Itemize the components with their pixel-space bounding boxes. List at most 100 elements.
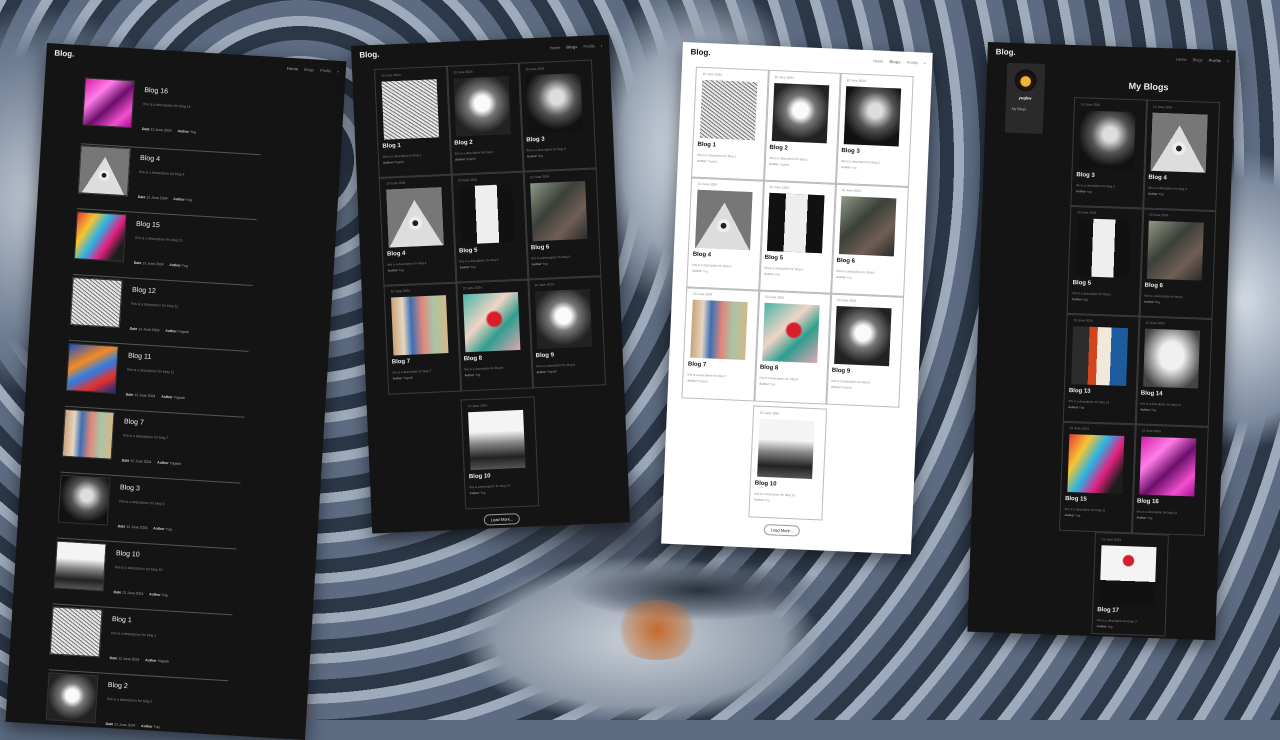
blog-card[interactable]: 10 June 2024 Blog 8 this is a descriptio… [753,289,833,405]
blog-title[interactable]: Blog 5 [459,248,478,255]
blog-title[interactable]: Blog 4 [693,252,712,259]
blog-image[interactable] [1078,110,1136,171]
blog-title[interactable]: Blog 8 [464,356,483,363]
nav-profile[interactable]: Profile [1209,58,1222,63]
blog-card[interactable]: 10 June 2024 Blog 5 this is a descriptio… [1066,204,1145,318]
blog-image[interactable] [699,79,758,141]
list-item[interactable]: Blog 2 this is a description for blog 2 … [45,672,160,729]
blog-image[interactable] [453,76,511,137]
blog-title[interactable]: Blog 15 [136,221,184,231]
list-item[interactable]: Blog 3 this is a description for blog 3 … [57,474,172,532]
blog-image[interactable] [1071,326,1129,387]
blog-thumbnail[interactable] [49,606,103,658]
blog-thumbnail[interactable] [77,145,131,197]
blog-card[interactable]: 10 June 2024 Blog 8 this is a descriptio… [455,278,535,392]
blog-card[interactable]: 10 June 2024 Blog 6 this is a descriptio… [522,167,602,281]
blog-thumbnail[interactable] [45,672,99,724]
blog-title[interactable]: Blog 10 [469,473,491,480]
avatar[interactable] [1014,68,1038,92]
blog-thumbnail[interactable] [73,211,127,263]
sidebar-item-my-blogs[interactable]: My Blogs [1012,107,1027,112]
nav-profile[interactable]: Profile [320,68,332,74]
blog-title[interactable]: Blog 3 [1076,172,1095,179]
blog-title[interactable]: Blog 16 [144,87,192,97]
list-item[interactable]: Blog 16 this is a description for blog 1… [82,77,196,134]
blog-title[interactable]: Blog 4 [1148,175,1167,182]
nav-home[interactable]: Home [550,45,561,50]
blog-card[interactable]: 10 June 2024 Blog 10 this is a descripti… [460,396,540,510]
nav-profile[interactable]: Profile [906,60,918,65]
blog-card[interactable]: 10 June 2024 Blog 3 this is a descriptio… [1070,97,1149,210]
nav-home[interactable]: Home [873,58,884,63]
list-item[interactable]: Blog 12 this is a description for blog 1… [69,277,189,334]
blog-image[interactable] [1150,112,1208,173]
brand-logo[interactable]: Blog. [359,50,379,60]
blog-title[interactable]: Blog 2 [769,145,788,152]
blog-card[interactable]: 10 June 2024 Blog 1 this is a descriptio… [691,66,770,182]
blog-title[interactable]: Blog 1 [697,142,716,149]
blog-card[interactable]: 10 June 2024 Blog 6 this is a descriptio… [830,182,909,298]
blog-thumbnail[interactable] [69,277,123,328]
blog-image[interactable] [1067,434,1125,494]
blog-card[interactable]: 10 June 2024 Blog 10 this is a descripti… [748,405,828,521]
blog-title[interactable]: Blog 2 [454,140,473,147]
blog-card[interactable]: 10 June 2024 Blog 9 this is a descriptio… [527,275,607,389]
blog-title[interactable]: Blog 3 [120,484,166,494]
blog-title[interactable]: Blog 9 [832,368,851,375]
blog-card[interactable]: 10 June 2024 Blog 9 this is a descriptio… [825,292,905,408]
blog-image[interactable] [1074,218,1132,279]
blog-title[interactable]: Blog 3 [526,137,545,144]
blog-title[interactable]: Blog 5 [1073,280,1092,287]
blog-image[interactable] [695,189,753,251]
blog-title[interactable]: Blog 17 [1097,607,1119,614]
blog-title[interactable]: Blog 10 [755,481,777,488]
blog-title[interactable]: Blog 1 [112,616,158,626]
blog-card[interactable]: 10 June 2024 Blog 2 this is a descriptio… [762,69,842,185]
blog-thumbnail[interactable] [57,474,111,526]
theme-toggle-icon[interactable]: ◐ [337,69,340,74]
blog-image[interactable] [834,305,892,367]
list-item[interactable]: Blog 7 this is a description for blog 7 … [61,408,181,466]
blog-title[interactable]: Blog 3 [841,148,860,155]
blog-image[interactable] [1146,220,1204,281]
blog-thumbnail[interactable] [61,408,115,460]
blog-card[interactable]: 10 June 2024 Blog 4 this is a descriptio… [1142,99,1221,213]
blog-card[interactable]: 10 June 2024 Blog 7 this is a descriptio… [681,286,761,402]
blog-image[interactable] [534,288,593,350]
theme-toggle-icon[interactable]: ◐ [1227,58,1230,63]
blog-image[interactable] [762,302,820,364]
blog-image[interactable] [771,83,830,144]
blog-image[interactable] [462,291,521,353]
blog-card[interactable]: 10 June 2024 Blog 6 this is a descriptio… [1138,207,1217,321]
blog-image[interactable] [468,409,526,471]
blog-title[interactable]: Blog 16 [1137,498,1159,505]
blog-title[interactable]: Blog 10 [116,550,164,560]
blog-image[interactable] [530,180,588,242]
blog-card[interactable]: 10 June 2024 Blog 4 this is a descriptio… [378,173,458,287]
blog-card[interactable]: 10 June 2024 Blog 7 this is a descriptio… [383,281,463,395]
list-item[interactable]: Blog 1 this is a description for blog 1 … [49,606,169,664]
blog-image[interactable] [766,192,825,254]
blog-title[interactable]: Blog 9 [536,352,555,359]
blog-card[interactable]: 10 June 2024 Blog 5 this is a descriptio… [450,170,530,284]
blog-image[interactable] [1099,545,1157,606]
blog-title[interactable]: Blog 7 [392,359,411,366]
blog-card[interactable]: 10 June 2024 Blog 1 this is a descriptio… [374,65,453,179]
blog-image[interactable] [757,418,815,480]
blog-title[interactable]: Blog 7 [688,362,707,369]
blog-title[interactable]: Blog 4 [387,251,406,258]
nav-blogs[interactable]: Blogs [566,44,577,49]
load-more-button[interactable]: Load More... [763,523,801,537]
list-item[interactable]: Blog 10 this is a description for blog 1… [53,540,168,597]
blog-title[interactable]: Blog 6 [1144,283,1163,290]
blog-thumbnail[interactable] [53,540,107,592]
blog-thumbnail[interactable] [65,342,119,394]
blog-title[interactable]: Blog 12 [132,287,180,297]
blog-image[interactable] [391,295,449,356]
blog-card[interactable]: 13 June 2024 Blog 15 this is a descripti… [1058,420,1137,534]
blog-image[interactable] [838,196,897,257]
theme-toggle-icon[interactable]: ◐ [924,61,927,66]
blog-title[interactable]: Blog 8 [760,365,779,372]
blog-card[interactable]: 10 June 2024 Blog 2 this is a descriptio… [445,62,525,176]
blog-title[interactable]: Blog 11 [128,353,175,363]
